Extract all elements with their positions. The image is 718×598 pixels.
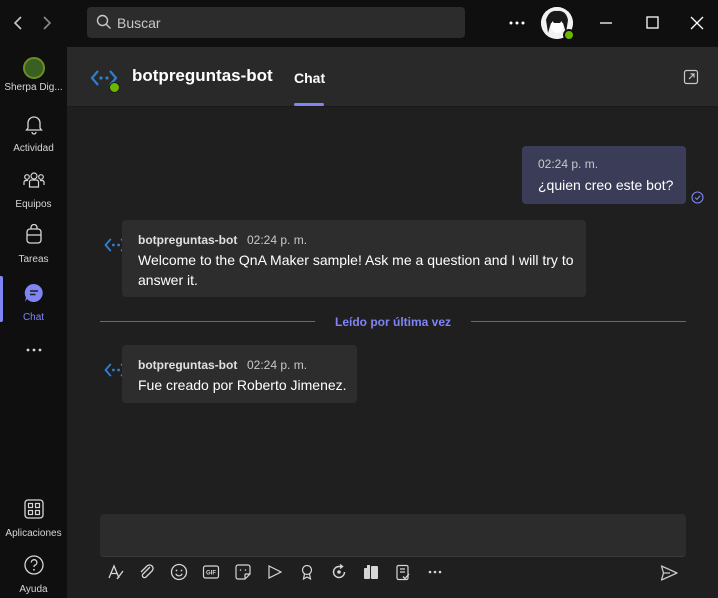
message-sent[interactable]: 02:24 p. m. ¿quien creo este bot? — [522, 146, 686, 204]
attach-icon[interactable] — [135, 562, 159, 586]
popout-icon[interactable] — [683, 69, 699, 90]
rail-label: Actividad — [13, 143, 54, 154]
send-icon[interactable] — [659, 563, 679, 588]
read-receipt-icon — [691, 191, 704, 209]
rail-item-help[interactable]: Ayuda — [0, 554, 67, 595]
rail-label: Equipos — [15, 199, 52, 210]
more-apps-icon — [26, 348, 41, 352]
chat-icon — [24, 283, 43, 302]
divider-line — [471, 321, 686, 322]
rail-item-apps[interactable]: Aplicaciones — [0, 498, 67, 539]
search-icon — [96, 14, 112, 35]
rail-item-chat[interactable]: Chat — [0, 282, 67, 323]
loop-icon[interactable] — [327, 562, 351, 586]
rail-label: Aplicaciones — [5, 528, 62, 539]
more-icon[interactable] — [423, 562, 447, 586]
format-icon[interactable] — [104, 562, 128, 586]
close-icon[interactable] — [688, 9, 706, 37]
message-list: 02:24 p. m. ¿quien creo este bot? botpre… — [67, 107, 718, 598]
search-input[interactable]: Buscar — [87, 7, 465, 38]
praise-icon[interactable] — [295, 562, 319, 586]
rail-item-tasks[interactable]: Tareas — [0, 223, 67, 265]
chat-title: botpreguntas-bot — [132, 66, 273, 85]
rail-item-teams[interactable]: Equipos — [0, 169, 67, 210]
meet-now-icon[interactable] — [263, 562, 287, 586]
message-sender: botpreguntas-bot — [138, 233, 238, 247]
rail-label: Sherpa Dig... — [4, 82, 63, 93]
message-text: ¿quien creo este bot? — [538, 177, 674, 193]
message-received[interactable]: botpreguntas-bot 02:24 p. m. Welcome to … — [122, 220, 586, 297]
presence-available-icon — [109, 82, 120, 93]
apps-icon[interactable] — [359, 562, 383, 586]
help-icon — [23, 555, 44, 575]
rail-label: Ayuda — [19, 584, 48, 595]
gif-icon[interactable]: GIF — [199, 562, 223, 586]
chat-header: botpreguntas-bot Chat — [67, 47, 718, 107]
app-rail: Sherpa Dig... Actividad Equipos Tareas C… — [0, 47, 67, 598]
search-placeholder: Buscar — [117, 15, 161, 31]
emoji-icon[interactable] — [167, 562, 191, 586]
more-options-icon[interactable] — [506, 9, 528, 37]
rail-item-org[interactable]: Sherpa Dig... — [0, 57, 67, 93]
rail-item-more[interactable] — [0, 343, 67, 362]
bell-icon — [24, 116, 43, 135]
rail-label: Chat — [22, 312, 45, 323]
forward-arrow-icon[interactable] — [37, 12, 57, 34]
bot-avatar-icon — [89, 63, 120, 93]
approvals-icon[interactable] — [391, 562, 415, 586]
rail-label: Tareas — [18, 254, 49, 265]
tab-active-indicator — [294, 103, 324, 106]
compose-input[interactable] — [100, 514, 686, 557]
apps-grid-icon — [23, 499, 44, 519]
message-time: 02:24 p. m. — [247, 233, 308, 247]
minimize-icon[interactable] — [597, 9, 615, 37]
message-received[interactable]: botpreguntas-bot 02:24 p. m. Fue creado … — [122, 345, 357, 403]
message-text: Welcome to the QnA Maker sample! Ask me … — [138, 252, 574, 288]
presence-available-icon — [563, 29, 575, 41]
tab-chat[interactable]: Chat — [294, 70, 325, 86]
teams-icon — [22, 172, 45, 188]
message-time: 02:24 p. m. — [247, 358, 308, 372]
message-time: 02:24 p. m. — [538, 157, 599, 171]
org-logo-icon — [22, 57, 45, 79]
user-avatar[interactable] — [541, 7, 575, 41]
sticker-icon[interactable] — [231, 562, 255, 586]
tasks-icon — [25, 223, 42, 244]
back-arrow-icon[interactable] — [8, 12, 28, 34]
last-read-divider: Leído por última vez — [335, 315, 452, 329]
message-sender: botpreguntas-bot — [138, 358, 238, 372]
svg-text:GIF: GIF — [206, 571, 216, 577]
maximize-icon[interactable] — [644, 9, 662, 37]
title-bar: Buscar — [0, 0, 718, 47]
message-text: Fue creado por Roberto Jimenez. — [138, 377, 347, 393]
divider-line — [100, 321, 315, 322]
rail-item-activity[interactable]: Actividad — [0, 113, 67, 154]
